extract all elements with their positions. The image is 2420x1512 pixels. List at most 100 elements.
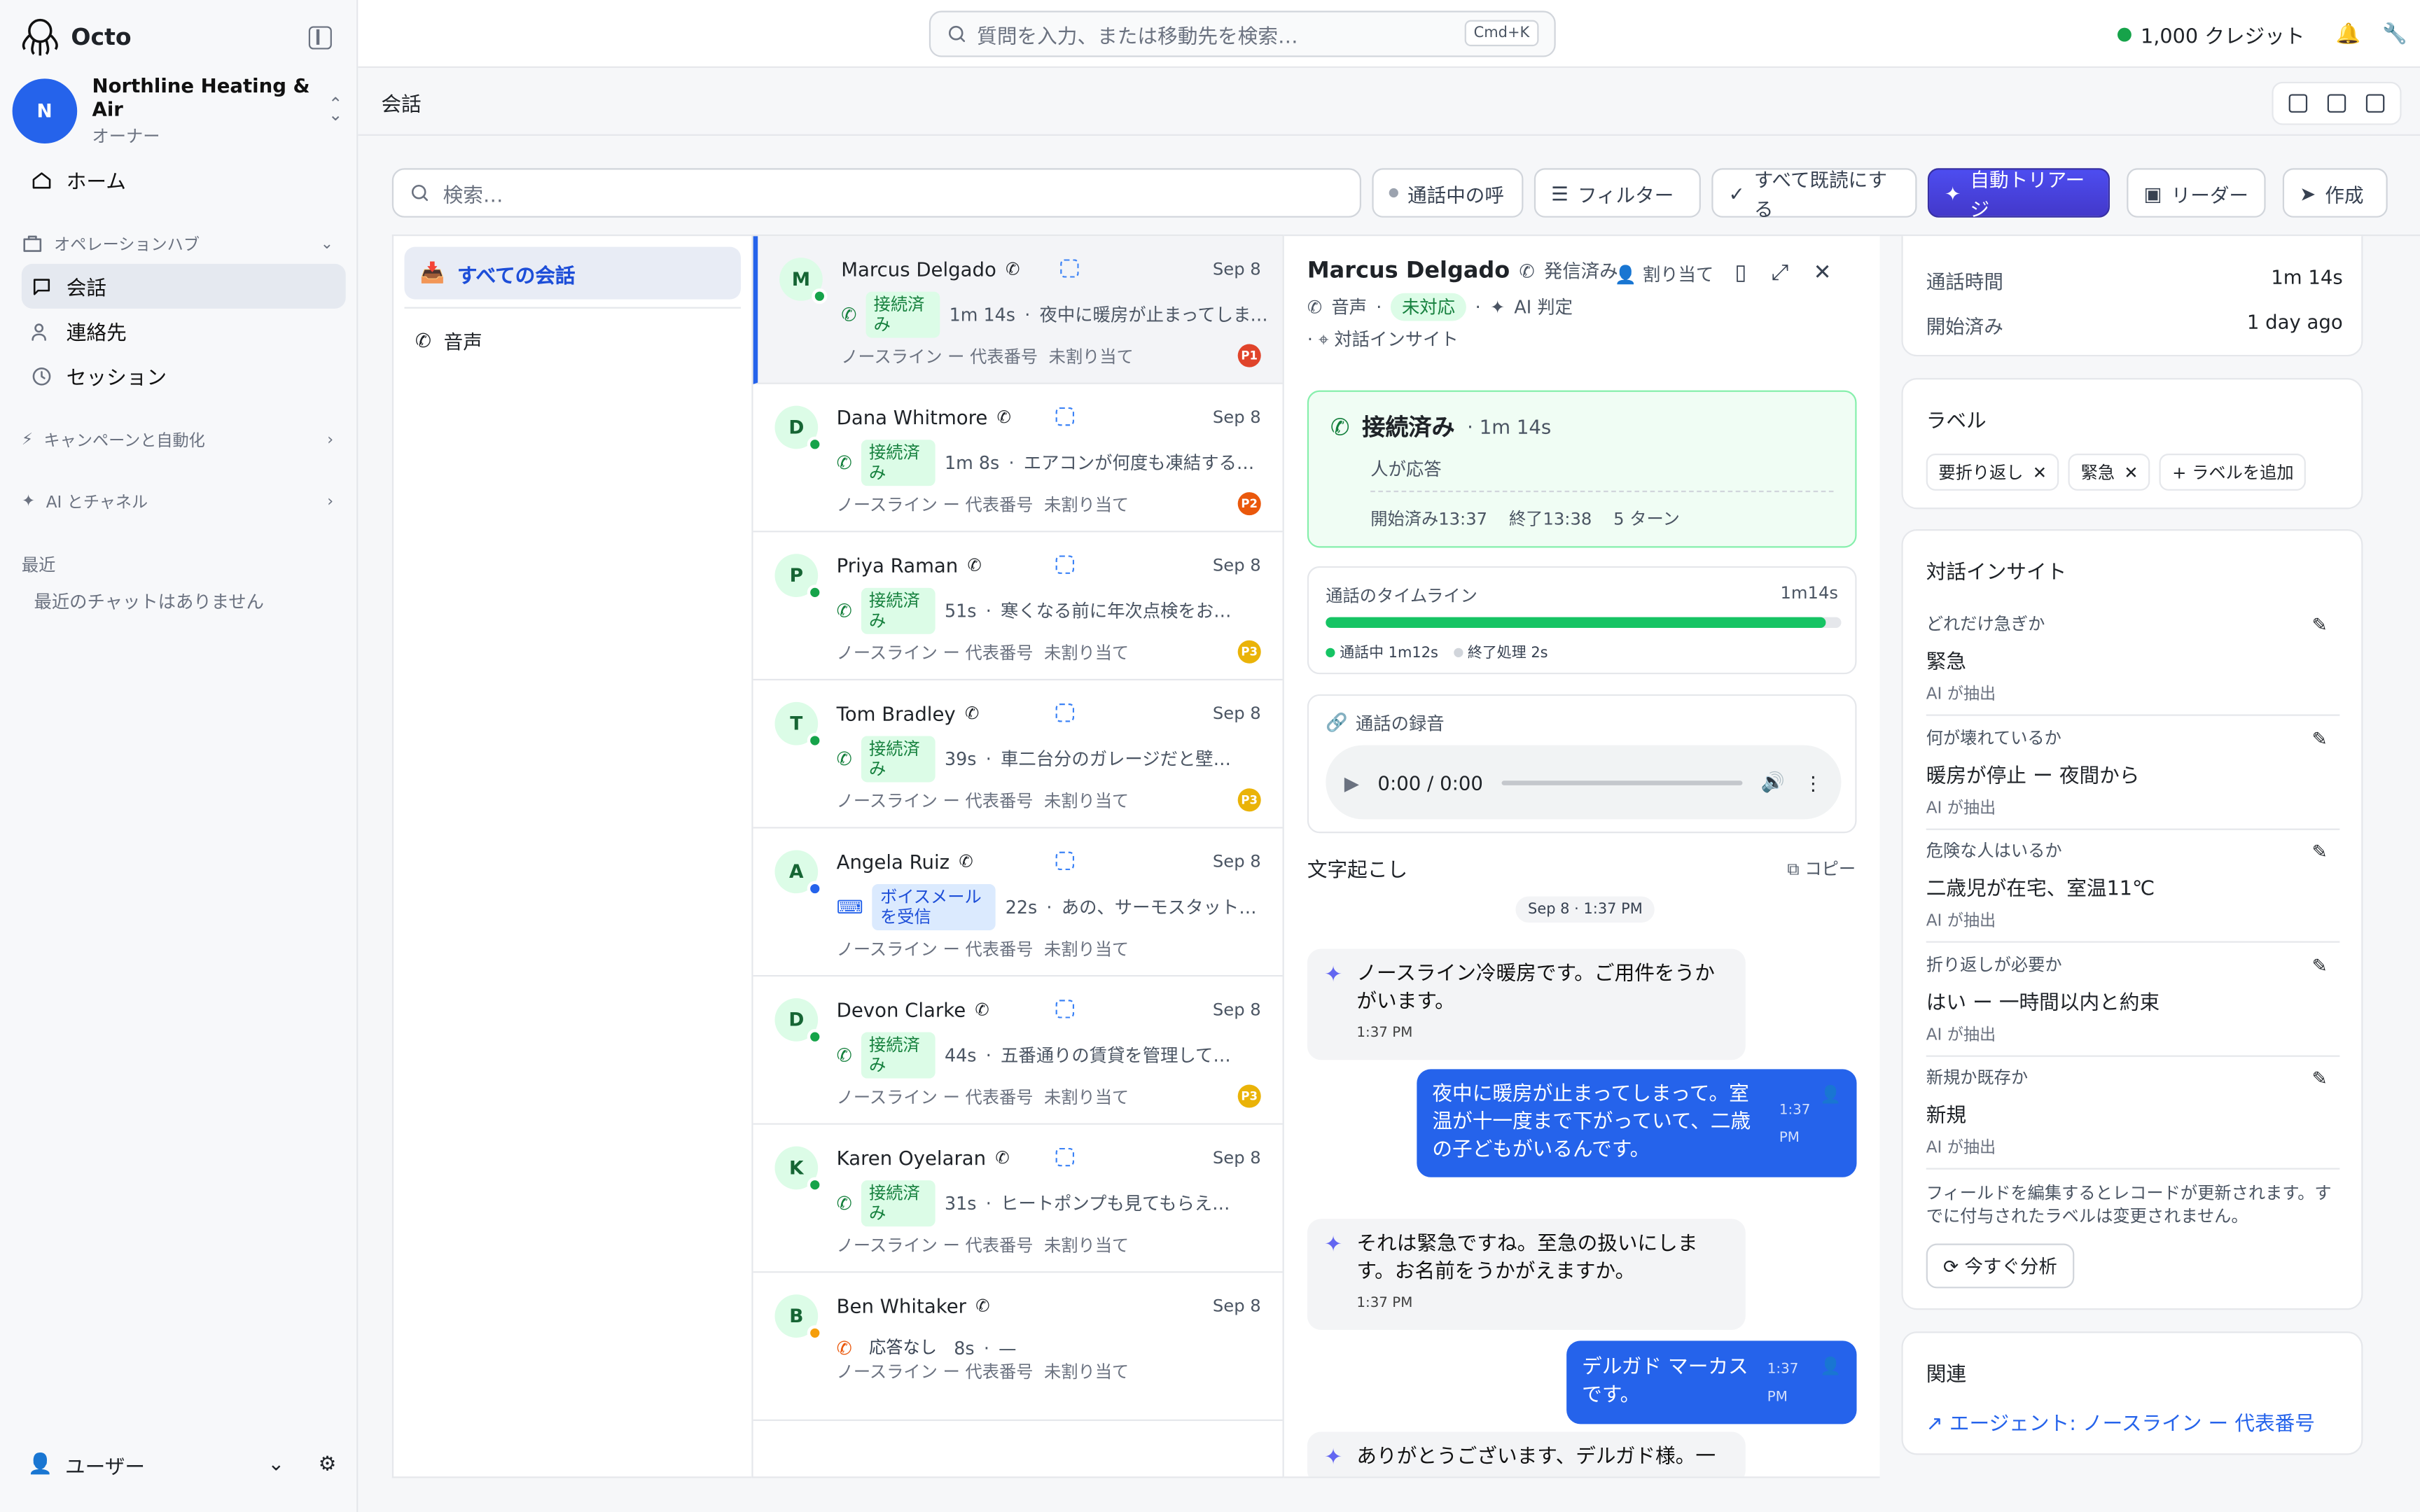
call-status-icon: ✆ [836,1336,852,1359]
call-duration: 51s [945,600,977,622]
reader-button[interactable]: ▣ リーダー [2127,168,2266,218]
scan-icon [1055,1000,1075,1018]
section-ops-hub[interactable]: オペレーションハブ ⌄ [22,228,333,259]
filter-voice[interactable]: ✆ 音声 [415,326,482,355]
copy-icon: ⧉ [1787,859,1800,880]
reader-icon: ▣ [2143,181,2162,205]
credits[interactable]: 1,000 クレジット 🔔 🔧 [2117,20,2407,50]
message-text: それは緊急ですね。至急の扱いにします。お名前をうかがえますか。 [1356,1233,1698,1284]
conversation-snippet: ヒートポンプも見てもらえま… [1001,1192,1232,1214]
collapse-sidebar-icon[interactable] [308,26,332,50]
insight-field: どれだけ急ぎか 緊急 AI が抽出 ✎ [1926,602,2340,716]
conversation-date: Sep 8 [1212,407,1261,428]
filter-button[interactable]: ☰ フィルター [1534,168,1701,218]
app-logo[interactable]: Octo [18,15,132,59]
pencil-icon[interactable]: ✎ [2312,727,2328,749]
assignee: 未割り当て [1043,643,1129,664]
insight-link[interactable]: · ⌖ 対話インサイト [1307,327,1459,351]
remove-label-icon[interactable]: ✕ [2033,462,2047,482]
nav-contacts[interactable]: 連絡先 [22,309,346,354]
insight-source: AI が抽出 [1926,1025,1996,1044]
conversation-status-line: ✆ 接続済み 31s · ヒートポンプも見てもらえま… [837,1180,1269,1227]
conversation-row[interactable]: D Dana Whitmore ✆ Sep 8 ✆ 接続済み 1m 8s · エアコ… [753,384,1283,533]
add-label-button[interactable]: + ラベルを追加 [2160,454,2307,491]
filter-panel: 📥 すべての会話 ✆ 音声 [391,234,752,1478]
page-title: 会話 [381,94,422,118]
double-check-icon: ✓ [1728,181,1745,205]
section-ai-channels[interactable]: ✦ AI とチャネル › [22,486,333,517]
search-icon [411,184,429,202]
pencil-icon[interactable]: ✎ [2312,841,2328,862]
nav-sessions[interactable]: セッション [22,354,346,398]
contact-name: Priya Raman [836,554,959,578]
conversation-row[interactable]: K Karen Oyelaran ✆ Sep 8 ✆ 接続済み 31s · ヒートポ… [753,1124,1283,1273]
timeline-total: 1m14s [1780,583,1839,603]
nav-contacts-label: 連絡先 [66,322,127,346]
more-options-icon[interactable]: ⋮ [1803,771,1823,794]
layout-left-icon[interactable] [2289,94,2308,113]
close-icon[interactable]: ✕ [1814,260,1832,285]
section-campaigns[interactable]: ⚡ キャンペーンと自動化 › [22,424,333,455]
compose-button[interactable]: ➤ 作成 [2282,168,2388,218]
pencil-icon[interactable]: ✎ [2312,954,2328,976]
conversation-subline: ノースライン ー 代表番号 未割り当て [837,788,1129,813]
gear-icon[interactable]: ⚙ [319,1453,337,1476]
remove-label-icon[interactable]: ✕ [2124,462,2138,482]
play-icon[interactable]: ▶ [1344,771,1359,794]
related-agent-link[interactable]: ↗ エージェント: ノースライン ー 代表番号 [1926,1407,2315,1436]
copy-button[interactable]: ⧉ コピー [1787,856,1856,881]
conversation-row[interactable]: A Angela Ruiz ✆ Sep 8 ⌨ ボイスメールを受信 22s · あの… [753,828,1283,977]
link-icon: 🔗 [1326,711,1348,733]
pencil-icon[interactable]: ✎ [2312,1068,2328,1089]
layout-right-icon[interactable] [2365,94,2384,113]
label-tag[interactable]: 要折り返し ✕ [1926,454,2059,491]
conversation-row[interactable]: M Marcus Delgado ✆ Sep 8 ✆ 接続済み 1m 14s · 夜… [753,236,1283,384]
conversation-list: M Marcus Delgado ✆ Sep 8 ✆ 接続済み 1m 14s · 夜… [751,234,1284,1478]
avatar-initial: T [790,713,803,735]
nav-home[interactable]: ホーム [22,158,346,202]
assignee: 未割り当て [1043,1087,1129,1108]
conversation-row[interactable]: B Ben Whitaker ✆ Sep 8 ✆ 応答なし 8s · — ノースライ… [753,1273,1283,1421]
call-duration: 1m 14s [949,304,1016,326]
analyze-now-button[interactable]: ⟳ 今すぐ分析 [1926,1243,2075,1289]
pencil-icon[interactable]: ✎ [2312,614,2328,636]
filter-all-conversations[interactable]: 📥 すべての会話 [404,246,741,300]
detail-actions: ▯ ⤢ ✕ [1734,260,1831,285]
contact-avatar: P [774,554,823,601]
user-menu[interactable]: 👤 ユーザー ⌄ ⚙ [28,1450,337,1479]
panel-icon[interactable]: ▯ [1734,260,1746,285]
conversation-row[interactable]: P Priya Raman ✆ Sep 8 ✆ 接続済み 51s · 寒くなる前に年… [753,532,1283,680]
volume-icon[interactable]: 🔊 [1761,770,1785,794]
conversation-row[interactable]: D Devon Clarke ✆ Sep 8 ✆ 接続済み 44s · 五番通りの賃… [753,976,1283,1125]
seek-bar[interactable] [1501,780,1743,785]
phone-connected-icon: ✆ [1330,412,1350,441]
nav-conversations-label: 会話 [66,277,107,301]
call-status-card: ✆ 接続済み · 1m 14s 人が応答 開始済み13:37 終了13:38 5… [1307,390,1857,548]
active-calls-button[interactable]: 通話中の呼 [1372,168,1524,218]
label-tag[interactable]: 緊急 ✕ [2068,454,2151,491]
layout-switcher[interactable] [2272,81,2402,125]
conversation-search[interactable]: 検索… [391,168,1361,218]
conversation-status-line: ✆ 接続済み 1m 14s · 夜中に暖房が止まってしまっ… [841,291,1273,338]
user-icon: 👤 [1820,1084,1842,1105]
auto-triage-button[interactable]: ✦ 自動トリアージ [1927,168,2110,220]
wrench-icon[interactable]: 🔧 [2382,23,2407,46]
nav-conversations[interactable]: 会話 [21,263,346,309]
org-switcher[interactable]: N Northline Heating & Air オーナー ⌃ ⌄ [12,74,346,146]
global-search[interactable]: 質問を入力、または移動先を検索… Cmd+K [929,10,1556,57]
layout-split-icon[interactable] [2327,94,2346,113]
answered-by: 人が応答 [1370,458,1442,480]
bell-icon[interactable]: 🔔 [2336,23,2361,46]
insight-field: 何が壊れているか 暖房が停止 ー 夜間から AI が抽出 ✎ [1926,715,2340,830]
external-link-icon: ↗ [1926,1413,1943,1436]
audio-player[interactable]: ▶ 0:00 / 0:00 🔊 ⋮ [1326,745,1842,820]
line-name: ノースライン ー 代表番号 [836,495,1034,516]
state-badge[interactable]: 未対応 [1391,293,1466,321]
insight-source: AI が抽出 [1926,798,1996,818]
expand-icon[interactable]: ⤢ [1772,260,1789,285]
assign-button[interactable]: 👤 割り当て [1614,262,1713,287]
priority-badge: P3 [1237,788,1261,812]
conversation-row[interactable]: T Tom Bradley ✆ Sep 8 ✆ 接続済み 39s · 車二台分のガレ… [753,680,1283,829]
insight-question: 新規か既存か [1926,1068,2029,1088]
mark-all-read-button[interactable]: ✓ すべて既読にする [1711,168,1917,220]
